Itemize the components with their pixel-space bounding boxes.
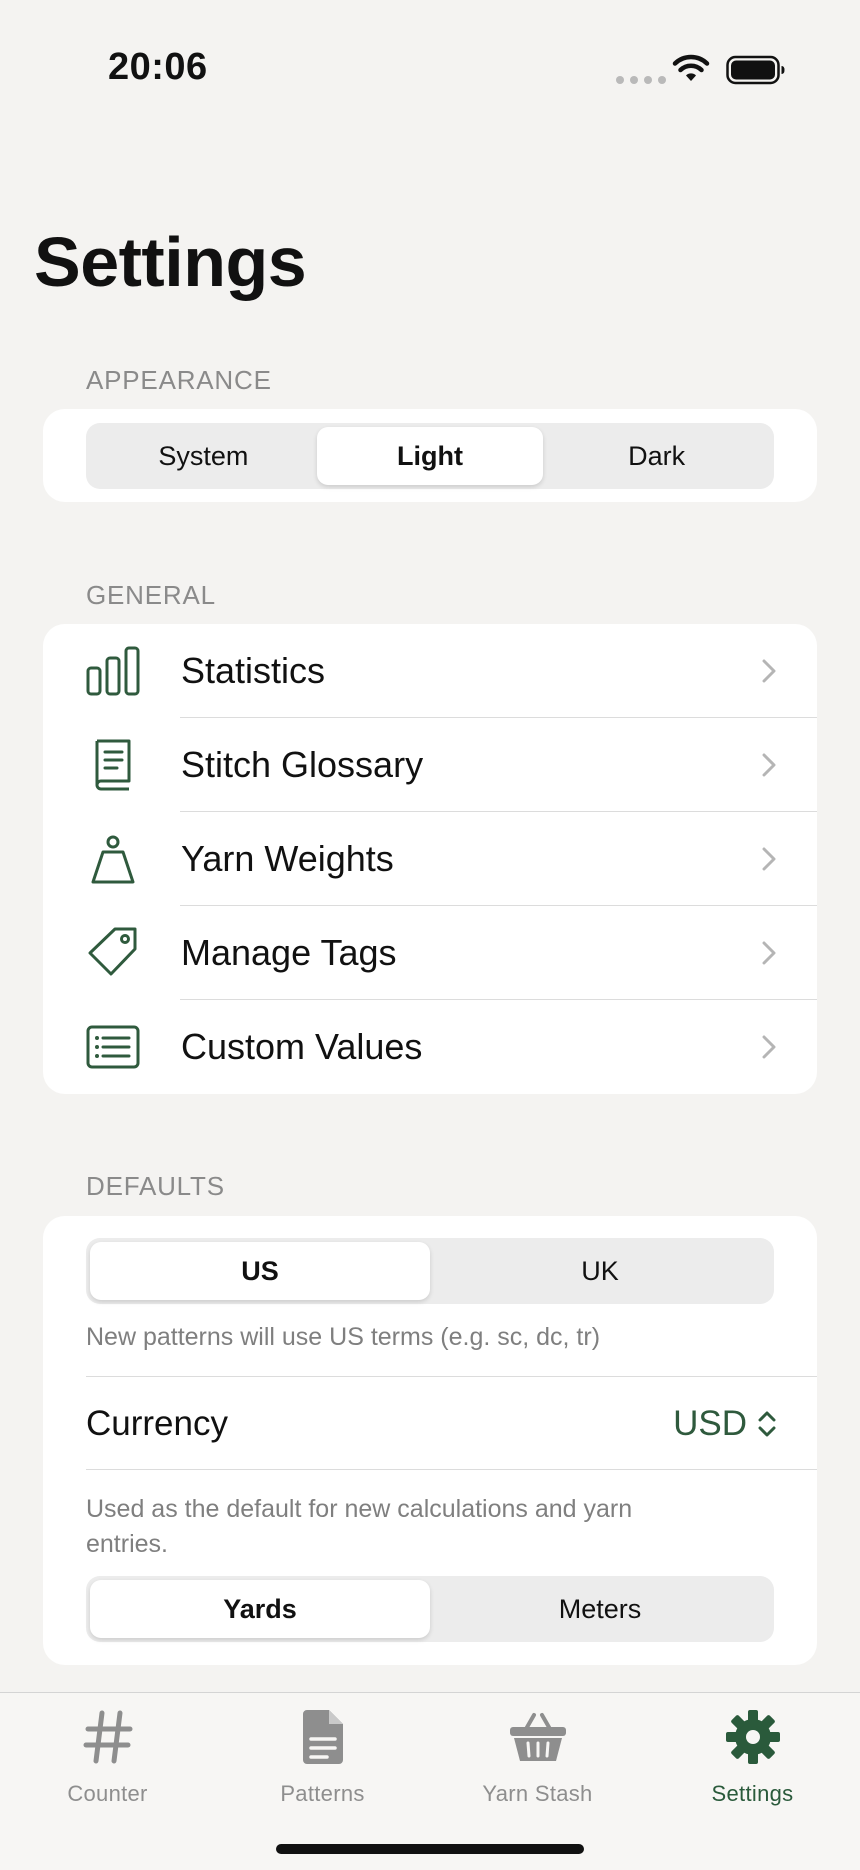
gear-icon	[725, 1710, 780, 1764]
book-icon	[95, 739, 131, 791]
basket-icon	[509, 1713, 566, 1761]
general-section-header: GENERAL	[86, 580, 216, 610]
status-time: 20:06	[108, 46, 208, 88]
custom-values-label: Custom Values	[181, 1026, 423, 1067]
chevron-right-icon	[762, 1035, 776, 1059]
terms-segmented-control[interactable]: US UK	[86, 1238, 774, 1304]
chevron-right-icon	[762, 753, 776, 777]
tab-settings[interactable]: Settings	[645, 1693, 860, 1823]
document-icon	[302, 1710, 343, 1764]
tab-patterns-label: Patterns	[280, 1781, 365, 1806]
divider	[86, 1469, 817, 1470]
stitch-glossary-row[interactable]: Stitch Glossary	[43, 718, 817, 812]
appearance-segmented-control[interactable]: System Light Dark	[86, 423, 774, 489]
yarn-weights-label: Yarn Weights	[181, 838, 394, 879]
terms-option-us[interactable]: US	[90, 1242, 430, 1300]
chevron-right-icon	[762, 659, 776, 683]
yarn-weights-row[interactable]: Yarn Weights	[43, 812, 817, 906]
defaults-card: US UK New patterns will use US terms (e.…	[43, 1216, 817, 1665]
chevron-right-icon	[762, 847, 776, 871]
wifi-icon	[672, 54, 710, 81]
statistics-row[interactable]: Statistics	[43, 624, 817, 718]
divider	[86, 1376, 817, 1377]
page-title: Settings	[34, 223, 307, 301]
tab-counter[interactable]: Counter	[0, 1693, 215, 1823]
currency-label: Currency	[86, 1404, 228, 1443]
appearance-option-system[interactable]: System	[90, 427, 317, 485]
tab-yarn-stash-label: Yarn Stash	[482, 1781, 593, 1806]
appearance-option-dark[interactable]: Dark	[543, 427, 770, 485]
units-option-yards[interactable]: Yards	[90, 1580, 430, 1638]
stitch-glossary-label: Stitch Glossary	[181, 744, 424, 785]
units-option-meters[interactable]: Meters	[430, 1580, 770, 1638]
terms-caption: New patterns will use US terms (e.g. sc,…	[86, 1323, 601, 1351]
battery-icon	[726, 55, 785, 85]
tab-settings-label: Settings	[711, 1781, 794, 1806]
custom-values-row[interactable]: Custom Values	[43, 1000, 817, 1094]
manage-tags-row[interactable]: Manage Tags	[43, 906, 817, 1000]
weight-icon	[91, 835, 135, 884]
statistics-label: Statistics	[181, 650, 326, 691]
tag-icon	[88, 927, 137, 976]
home-indicator	[276, 1844, 584, 1854]
appearance-card: System Light Dark	[43, 409, 817, 502]
currency-value: USD	[673, 1404, 747, 1443]
status-bar: 20:06	[0, 0, 860, 140]
tab-patterns[interactable]: Patterns	[215, 1693, 430, 1823]
list-icon	[86, 1025, 140, 1069]
general-card: Statistics Stitch Glossary Yarn Weights …	[43, 624, 817, 1094]
appearance-section-header: APPEARANCE	[86, 365, 272, 395]
currency-picker[interactable]: USD	[673, 1404, 777, 1444]
appearance-option-light[interactable]: Light	[316, 427, 544, 485]
tab-yarn-stash[interactable]: Yarn Stash	[430, 1693, 645, 1823]
manage-tags-label: Manage Tags	[181, 932, 397, 973]
hash-icon	[83, 1710, 132, 1764]
units-segmented-control[interactable]: Yards Meters	[86, 1576, 774, 1642]
cellular-signal-icon	[616, 76, 666, 84]
units-caption: Used as the default for new calculations…	[86, 1495, 633, 1558]
terms-option-uk[interactable]: UK	[430, 1242, 770, 1300]
defaults-section-header: DEFAULTS	[86, 1171, 225, 1201]
chevron-right-icon	[762, 941, 776, 965]
bar-chart-icon	[86, 646, 140, 696]
chevron-up-down-icon	[758, 1411, 776, 1437]
tab-counter-label: Counter	[67, 1781, 148, 1806]
